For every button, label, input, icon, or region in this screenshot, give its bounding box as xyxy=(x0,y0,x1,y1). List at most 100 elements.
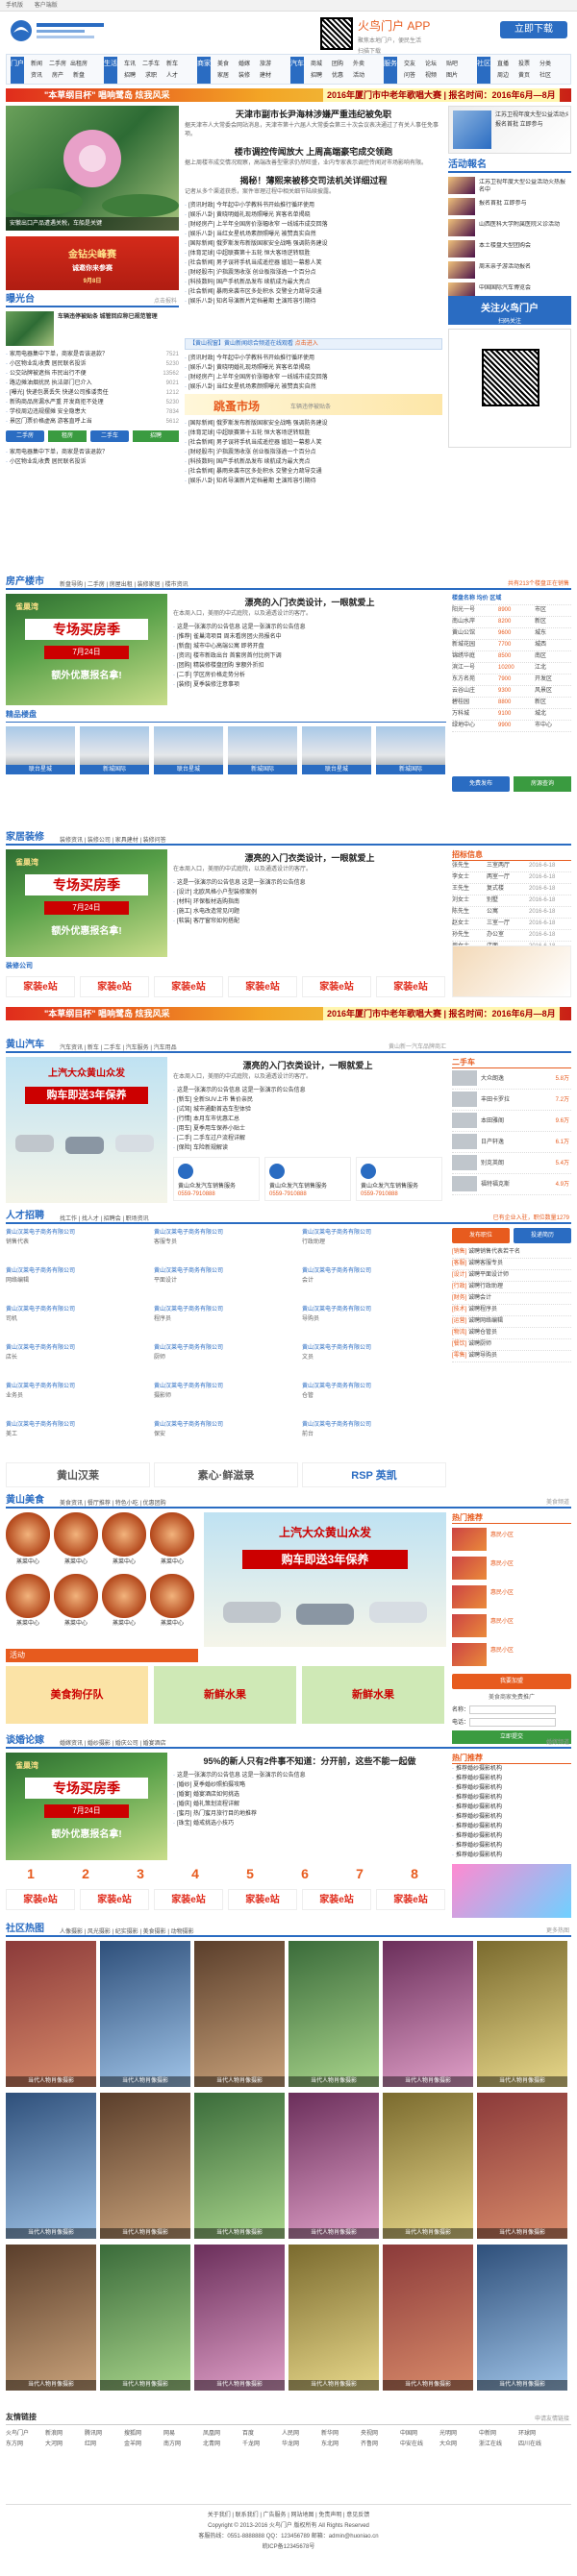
job-card[interactable]: 黄山汉莱电子商务有限公司 会计 xyxy=(302,1266,446,1301)
wedding-right-item[interactable]: · 推荐婚纱摄影机构 xyxy=(452,1803,571,1812)
friend-link[interactable]: 中安在线 xyxy=(400,2440,439,2450)
nav-link[interactable]: 论坛 xyxy=(420,59,441,70)
table-row[interactable]: 万科城 9100 城北 xyxy=(452,709,571,721)
photo-tile[interactable]: 当代人物肖像摄影 xyxy=(194,2093,285,2239)
gallery-item[interactable]: 新城国际 xyxy=(228,726,297,774)
food-item[interactable]: 蒸菜中心 xyxy=(150,1512,194,1570)
nav-group-tag[interactable]: 门户 xyxy=(11,57,24,84)
table-row[interactable]: 绿地中心 9900 市中心 xyxy=(452,721,571,732)
activity-item[interactable]: 周末亲子游活动报名 xyxy=(448,261,571,281)
food-item[interactable]: 蒸菜中心 xyxy=(6,1512,50,1570)
table-row[interactable]: 陈先生 公寓 2016-6-18 xyxy=(452,907,571,919)
friend-link[interactable]: 人民网 xyxy=(282,2429,321,2440)
nav-link[interactable]: 新车 xyxy=(162,59,183,70)
singing-banner[interactable]: "本草纲目杯" 唱响鹭岛 炫我风采 2016年厦门市中老年歌唱大赛 | 报名时间… xyxy=(6,88,571,102)
table-row[interactable]: 赵女士 三室一厅 2016-6-18 xyxy=(452,919,571,930)
site-logo[interactable] xyxy=(8,17,123,42)
dealer-card[interactable]: 黄山众发汽车销售服务 0559-7910888 xyxy=(264,1157,351,1201)
rank-number[interactable]: 8 xyxy=(389,1866,439,1883)
partner-logo[interactable]: 素心·鲜滋录 xyxy=(154,1462,298,1487)
photo-tile[interactable]: 当代人物肖像摄影 xyxy=(288,2245,379,2391)
rank-number[interactable]: 7 xyxy=(335,1866,385,1883)
nav-link[interactable]: 交友 xyxy=(399,59,420,70)
photo-tile[interactable]: 当代人物肖像摄影 xyxy=(100,2093,190,2239)
partner-logo[interactable]: 家装e站 xyxy=(6,976,75,997)
wedding-right-item[interactable]: · 推荐婚纱摄影机构 xyxy=(452,1783,571,1793)
job-card[interactable]: 黄山汉莱电子商务有限公司 程序员 xyxy=(154,1305,298,1339)
nav-link[interactable]: 建材 xyxy=(255,70,276,82)
friend-link[interactable]: 千龙网 xyxy=(242,2440,282,2450)
job-card[interactable]: 黄山汉莱电子商务有限公司 厨师 xyxy=(154,1343,298,1378)
photo-tile[interactable]: 当代人物肖像摄影 xyxy=(288,2093,379,2239)
news-item[interactable]: · [社会新闻] 男子误将手机当成遥控器 尴尬一幕惹人笑 xyxy=(185,258,442,268)
jobs-tabs[interactable]: 找工作 | 找人才 | 招聘会 | 职场资讯 xyxy=(60,1214,149,1225)
nav-link[interactable]: 新闻 xyxy=(26,59,47,70)
wedding-right-item[interactable]: · 推荐婚纱摄影机构 xyxy=(452,1822,571,1831)
photo-tile[interactable]: 当代人物肖像摄影 xyxy=(6,2245,96,2391)
partner-logo[interactable]: 家装e站 xyxy=(154,976,223,997)
news-item[interactable]: · [资讯时政] 今年起中小学教科书开始推行循环使用 xyxy=(185,201,442,210)
table-row[interactable]: 丰田卡罗拉 7.2万 xyxy=(452,1090,571,1111)
house-headline[interactable]: 漂亮的入门衣类设计，一眼就爱上 xyxy=(173,596,446,608)
tv-ribbon[interactable]: 【黄山视窗】黄山新闻综合频道在线观看 点击进入 xyxy=(185,338,442,350)
singing-banner-2[interactable]: "本草纲目杯" 唱响鹭岛 炫我风采 2016年厦门市中老年歌唱大赛 | 报名时间… xyxy=(6,1007,571,1020)
nav-link[interactable]: 装修 xyxy=(234,70,255,82)
table-row[interactable]: 东方名苑 7900 开发区 xyxy=(452,675,571,686)
rank-number[interactable]: 3 xyxy=(115,1866,165,1883)
news-item[interactable]: · [财经房产] 上半年全国房价涨幅收窄 一线城市成交回落 xyxy=(185,220,442,230)
gallery-item[interactable]: 新城国际 xyxy=(80,726,149,774)
photo-tile[interactable]: 当代人物肖像摄影 xyxy=(383,1941,473,2087)
hot-item[interactable]: · 小区物业乱收费 居民联名投诉 5230 xyxy=(6,359,179,369)
nav-link[interactable]: 投票 xyxy=(514,59,535,70)
nav-link[interactable]: 黄页 xyxy=(514,70,535,82)
table-row[interactable]: [行政] 诚聘行政助理 xyxy=(452,1282,571,1293)
food-item[interactable]: 蒸菜中心 xyxy=(150,1574,194,1631)
table-row[interactable]: 大众朗逸 5.8万 xyxy=(452,1068,571,1090)
job-card[interactable]: 黄山汉莱电子商务有限公司 平面设计 xyxy=(154,1266,298,1301)
table-row[interactable]: [运营] 诚聘网络编辑 xyxy=(452,1316,571,1328)
news-item[interactable]: · [社会新闻] 暴雨来袭市区多处积水 交警全力疏导交通 xyxy=(185,287,442,297)
photo-tile[interactable]: 当代人物肖像摄影 xyxy=(383,2093,473,2239)
nav-link[interactable]: 图片 xyxy=(441,70,463,82)
decor-tabs[interactable]: 装修资讯 | 装修公司 | 家具建材 | 装修问答 xyxy=(60,835,166,846)
links-more[interactable]: 申请友情链接 xyxy=(535,2414,569,2425)
table-row[interactable]: [物流] 诚聘仓管员 xyxy=(452,1328,571,1339)
wedding-tabs[interactable]: 婚嫁资讯 | 婚纱摄影 | 婚庆公司 | 婚宴酒店 xyxy=(60,1738,166,1750)
partner-logo[interactable]: 家装e站 xyxy=(154,1889,223,1910)
job-card[interactable]: 黄山汉莱电子商务有限公司 摄影师 xyxy=(154,1382,298,1416)
food-right-item[interactable]: 惠民小区 xyxy=(452,1643,571,1668)
nav-link[interactable]: 求职 xyxy=(140,70,162,82)
food-poster[interactable]: 上汽大众黄山众发 购车即送3年保养 xyxy=(204,1512,446,1647)
car-news-item[interactable]: · 这是一张演示的公告信息 这是一张演示的公告信息 xyxy=(173,1086,442,1095)
wedding-right-item[interactable]: · 推荐婚纱摄影机构 xyxy=(452,1793,571,1803)
mid-item[interactable]: · [财经股市] 沪指震荡收涨 创业板指涨逾一个百分点 xyxy=(185,448,442,457)
flea-market-banner[interactable]: 跳蚤市场 车辆违停被贴条 xyxy=(185,394,442,415)
decor-headline[interactable]: 漂亮的入门衣类设计，一眼就爱上 xyxy=(173,851,446,864)
job-card[interactable]: 黄山汉莱电子商务有限公司 店长 xyxy=(6,1343,150,1378)
photo-tile[interactable]: 当代人物肖像摄影 xyxy=(477,2093,567,2239)
decor-news-item[interactable]: · 这是一张演示的公告信息 这是一张演示的公告信息 xyxy=(173,878,446,888)
food-item[interactable]: 蒸菜中心 xyxy=(54,1512,98,1570)
news-item[interactable]: · [体育足球] 中超联赛第十五轮 恒大客场逆转取胜 xyxy=(185,249,442,258)
mid-item[interactable]: · [财经房产] 上半年全国房价涨幅收窄 一线城市成交回落 xyxy=(185,373,442,382)
dealer-card[interactable]: 黄山众发汽车销售服务 0559-7910888 xyxy=(356,1157,442,1201)
food-more[interactable]: 美食频道 xyxy=(546,1497,569,1509)
nav-group-tag[interactable]: 服务 xyxy=(384,57,397,84)
partner-logo[interactable]: 家装e站 xyxy=(228,976,297,997)
jobs-more[interactable]: 已有企业入驻，职位数量1279 xyxy=(493,1213,569,1224)
car-news-item[interactable]: · [行情] 本月车市优惠汇总 xyxy=(173,1115,442,1124)
post-job-button[interactable]: 发布职位 xyxy=(452,1228,510,1243)
wedding-news-item[interactable]: · [蜜月] 热门蜜月旅行目的地推荐 xyxy=(173,1809,446,1819)
food-right-item[interactable]: 惠民小区 xyxy=(452,1585,571,1610)
food-activity[interactable]: 新鲜水果 xyxy=(154,1666,296,1724)
table-row[interactable]: 李女士 两室一厅 2016-6-18 xyxy=(452,872,571,884)
house-poster[interactable]: 雀巢湾 专场买房季 7月24日 额外优惠报名拿! xyxy=(6,594,167,705)
news-item[interactable]: · [科技数码] 国产手机新品发布 续航成为最大亮点 xyxy=(185,278,442,287)
client-link[interactable]: 客户端版 xyxy=(35,3,58,9)
wedding-ad[interactable] xyxy=(452,1864,571,1918)
job-card[interactable]: 黄山汉莱电子商务有限公司 前台 xyxy=(302,1420,446,1455)
nav-link[interactable]: 分类 xyxy=(535,59,556,70)
photo-tile[interactable]: 当代人物肖像摄影 xyxy=(383,2245,473,2391)
nav-link[interactable]: 婚嫁 xyxy=(234,59,255,70)
photo-tile[interactable]: 当代人物肖像摄影 xyxy=(100,1941,190,2087)
